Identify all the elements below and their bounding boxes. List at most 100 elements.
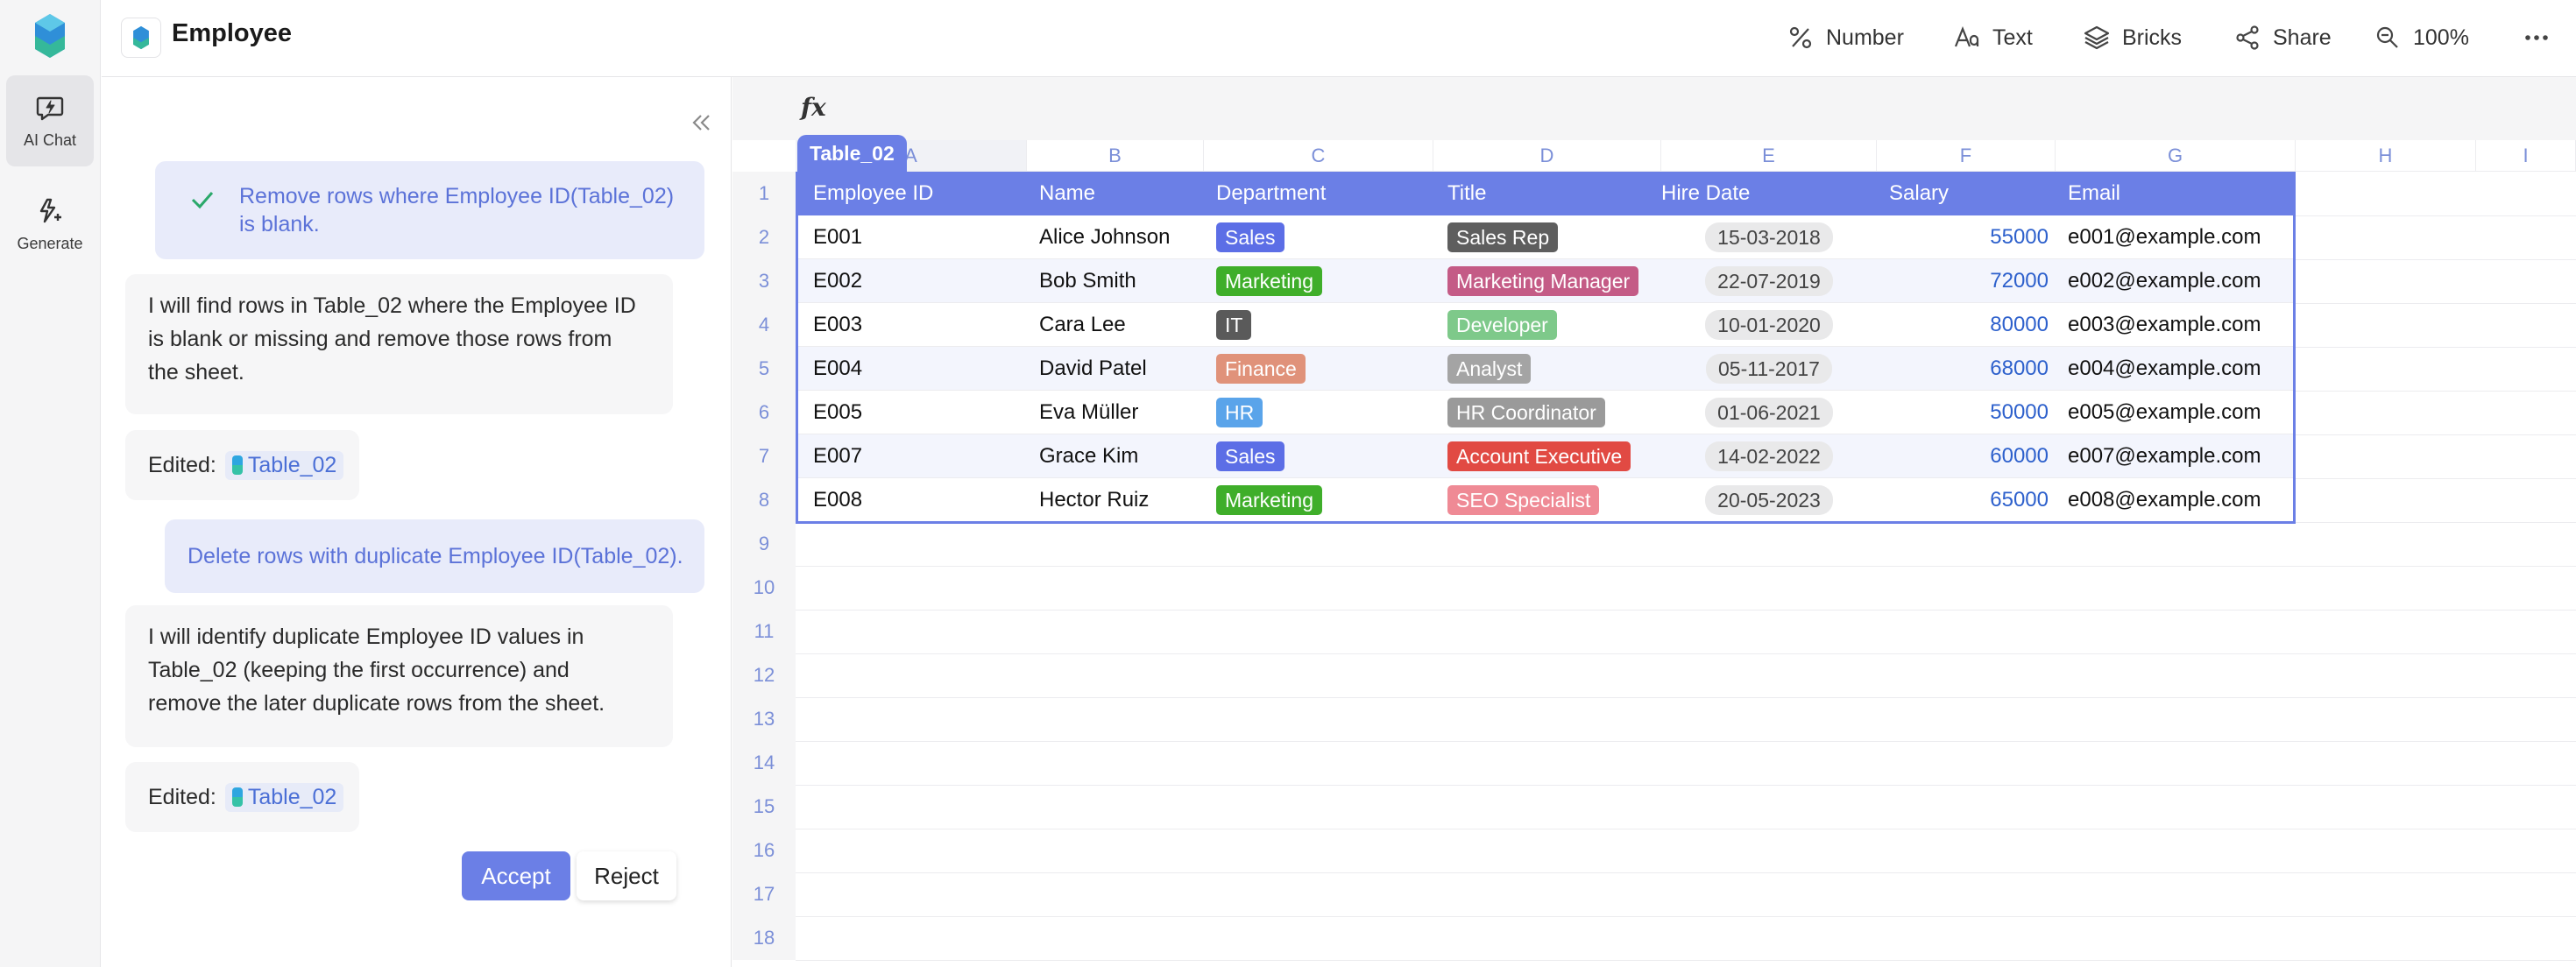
table-cell-salary[interactable]: 55000	[1889, 215, 2049, 259]
row-header[interactable]: 6	[732, 391, 796, 434]
table-cell-salary[interactable]: 72000	[1889, 259, 2049, 303]
zoom-control[interactable]: 100%	[2374, 18, 2469, 58]
table-cell-name[interactable]: Cara Lee	[1039, 303, 1214, 347]
column-header-h[interactable]: H	[2296, 140, 2476, 172]
share-button[interactable]: Share	[2234, 18, 2332, 58]
column-header-c[interactable]: C	[1204, 140, 1433, 172]
table-name-badge[interactable]: Table_02	[797, 135, 907, 172]
column-header-b[interactable]: B	[1027, 140, 1204, 172]
row-header[interactable]: 4	[732, 303, 796, 347]
row-header[interactable]: 18	[732, 916, 796, 960]
table-cell-id[interactable]: E003	[813, 303, 1023, 347]
table-cell-email[interactable]: e004@example.com	[2068, 347, 2287, 391]
table-cell-dept[interactable]: Sales	[1216, 434, 1435, 478]
table-cell-title[interactable]: SEO Specialist	[1447, 478, 1667, 522]
column-header-i[interactable]: I	[2476, 140, 2576, 172]
table-cell-name[interactable]: David Patel	[1039, 347, 1214, 391]
collapse-panel-icon[interactable]	[687, 109, 715, 137]
row-header[interactable]: 12	[732, 653, 796, 697]
table-ref-chip[interactable]: Table_02	[224, 450, 344, 480]
row-header[interactable]: 17	[732, 872, 796, 916]
bricks-button[interactable]: Bricks	[2084, 18, 2182, 58]
table-header-cell[interactable]: Department	[1216, 172, 1435, 215]
table-cell-name[interactable]: Bob Smith	[1039, 259, 1214, 303]
table-cell-hire[interactable]: 10-01-2020	[1661, 303, 1877, 347]
reject-button[interactable]: Reject	[577, 851, 676, 900]
table-cell-email[interactable]: e003@example.com	[2068, 303, 2287, 347]
table-header-cell[interactable]: Email	[2068, 172, 2287, 215]
row-header[interactable]: 11	[732, 610, 796, 653]
row-header[interactable]: 14	[732, 741, 796, 785]
table-cell-hire[interactable]: 20-05-2023	[1661, 478, 1877, 522]
number-format-button[interactable]: Number	[1787, 18, 1904, 58]
table-cell-hire[interactable]: 15-03-2018	[1661, 215, 1877, 259]
row-header[interactable]: 15	[732, 785, 796, 829]
table-cell-name[interactable]: Grace Kim	[1039, 434, 1214, 478]
document-title[interactable]: Employee	[172, 19, 292, 48]
table-cell-title[interactable]: Developer	[1447, 303, 1667, 347]
accept-button[interactable]: Accept	[462, 851, 570, 900]
table-cell-title[interactable]: Sales Rep	[1447, 215, 1667, 259]
table-cell-email[interactable]: e001@example.com	[2068, 215, 2287, 259]
table-cell-title[interactable]: Analyst	[1447, 347, 1667, 391]
table-cell-dept[interactable]: IT	[1216, 303, 1435, 347]
row-header[interactable]: 16	[732, 829, 796, 872]
row-header[interactable]: 7	[732, 434, 796, 478]
table-cell-id[interactable]: E008	[813, 478, 1023, 522]
table-cell-salary[interactable]: 68000	[1889, 347, 2049, 391]
row-header[interactable]: 2	[732, 215, 796, 259]
row-header[interactable]: 13	[732, 697, 796, 741]
table-cell-salary[interactable]: 50000	[1889, 391, 2049, 434]
formula-bar[interactable]: fx	[732, 77, 2576, 140]
column-header-d[interactable]: D	[1433, 140, 1661, 172]
layers-icon	[2084, 25, 2110, 50]
table-cell-id[interactable]: E002	[813, 259, 1023, 303]
table-cell-email[interactable]: e007@example.com	[2068, 434, 2287, 478]
row-header[interactable]: 10	[732, 566, 796, 610]
row-header[interactable]: 5	[732, 347, 796, 391]
row-header[interactable]: 1	[732, 172, 796, 215]
table-header-cell[interactable]: Title	[1447, 172, 1667, 215]
more-options-button[interactable]	[2523, 18, 2550, 58]
table-cell-dept[interactable]: Marketing	[1216, 259, 1435, 303]
table-cell-dept[interactable]: Finance	[1216, 347, 1435, 391]
rail-ai-chat[interactable]: AI Chat	[6, 75, 94, 166]
table-cell-id[interactable]: E004	[813, 347, 1023, 391]
table-cell-email[interactable]: e005@example.com	[2068, 391, 2287, 434]
table-cell-title[interactable]: HR Coordinator	[1447, 391, 1667, 434]
table-cell-salary[interactable]: 65000	[1889, 478, 2049, 522]
table-cell-salary[interactable]: 60000	[1889, 434, 2049, 478]
table-header-cell[interactable]: Salary	[1889, 172, 2049, 215]
table-cell-id[interactable]: E007	[813, 434, 1023, 478]
table-cell-name[interactable]: Hector Ruiz	[1039, 478, 1214, 522]
row-header[interactable]: 8	[732, 478, 796, 522]
table-ref-chip[interactable]: Table_02	[224, 782, 344, 812]
table-cell-hire[interactable]: 14-02-2022	[1661, 434, 1877, 478]
table-cell-salary[interactable]: 80000	[1889, 303, 2049, 347]
table-cell-title[interactable]: Account Executive	[1447, 434, 1667, 478]
table-cell-hire[interactable]: 01-06-2021	[1661, 391, 1877, 434]
department-tag: IT	[1216, 310, 1252, 340]
column-header-f[interactable]: F	[1877, 140, 2056, 172]
table-cell-id[interactable]: E001	[813, 215, 1023, 259]
row-header[interactable]: 9	[732, 522, 796, 566]
table-cell-id[interactable]: E005	[813, 391, 1023, 434]
table-header-cell[interactable]: Name	[1039, 172, 1214, 215]
table-cell-hire[interactable]: 22-07-2019	[1661, 259, 1877, 303]
table-cell-name[interactable]: Eva Müller	[1039, 391, 1214, 434]
text-format-button[interactable]: Text	[1954, 18, 2033, 58]
table-cell-dept[interactable]: Marketing	[1216, 478, 1435, 522]
table-header-cell[interactable]: Employee ID	[813, 172, 1023, 215]
column-header-e[interactable]: E	[1661, 140, 1877, 172]
table-cell-dept[interactable]: Sales	[1216, 215, 1435, 259]
table-cell-email[interactable]: e008@example.com	[2068, 478, 2287, 522]
table-cell-email[interactable]: e002@example.com	[2068, 259, 2287, 303]
row-header[interactable]: 3	[732, 259, 796, 303]
column-header-g[interactable]: G	[2056, 140, 2296, 172]
table-cell-hire[interactable]: 05-11-2017	[1661, 347, 1877, 391]
table-cell-dept[interactable]: HR	[1216, 391, 1435, 434]
table-cell-name[interactable]: Alice Johnson	[1039, 215, 1214, 259]
table-header-cell[interactable]: Hire Date	[1661, 172, 1877, 215]
rail-generate[interactable]: Generate	[6, 179, 94, 270]
table-cell-title[interactable]: Marketing Manager	[1447, 259, 1667, 303]
